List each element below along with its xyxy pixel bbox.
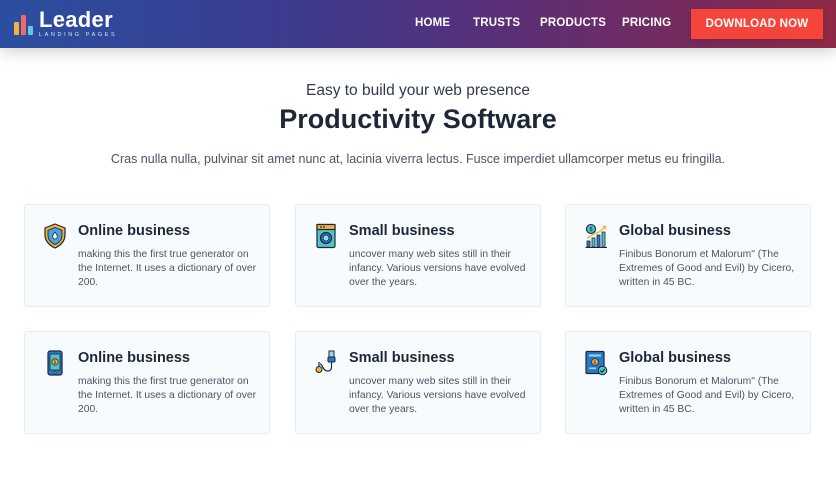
feature-description: uncover many web sites still in their in… xyxy=(349,249,526,289)
washing-machine-icon xyxy=(316,223,336,249)
feature-title: Global business xyxy=(619,223,731,239)
feature-title: Small business xyxy=(349,350,455,366)
brand-tagline: LANDING PAGES xyxy=(39,32,118,38)
feature-description: making this the first true generator on … xyxy=(78,249,257,289)
nav-link-trusts[interactable]: TRUSTS xyxy=(473,16,520,30)
logo-text: Leader LANDING PAGES xyxy=(39,9,117,39)
feature-title: Online business xyxy=(78,223,190,239)
feature-description: making this the first true generator on … xyxy=(78,376,257,416)
feature-title: Small business xyxy=(349,223,455,239)
svg-text:$: $ xyxy=(593,360,596,366)
usb-cable-icon xyxy=(315,350,336,373)
feature-card-online-business: Online business making this the first tr… xyxy=(24,204,270,307)
top-navbar: Leader LANDING PAGES HOME TRUSTS PRODUCT… xyxy=(0,0,836,48)
shield-icon xyxy=(44,223,66,249)
feature-description: Finibus Bonorum et Malorum" (The Extreme… xyxy=(619,249,795,289)
growth-chart-icon: $ xyxy=(585,223,607,248)
brand-name: Leader xyxy=(39,7,113,32)
feature-card-online-business: $ Online business making this the first … xyxy=(24,331,270,434)
feature-card-small-business: Small business uncover many web sites st… xyxy=(295,204,541,307)
page-title: Productivity Software xyxy=(279,104,557,134)
feature-card-global-business: $ Global business Finibus Bonorum et Mal… xyxy=(565,331,811,434)
hero-lede: Cras nulla nulla, pulvinar sit amet nunc… xyxy=(110,152,726,166)
nav-link-products[interactable]: PRODUCTS xyxy=(540,16,606,30)
smartphone-icon: $ xyxy=(47,350,63,376)
feature-description: Finibus Bonorum et Malorum" (The Extreme… xyxy=(619,376,795,416)
feature-card-global-business: $ Global business Finibus Bonorum et Mal… xyxy=(565,204,811,307)
feature-title: Online business xyxy=(78,350,190,366)
nav-link-pricing[interactable]: PRICING xyxy=(622,16,671,30)
feature-card-small-business: Small business uncover many web sites st… xyxy=(295,331,541,434)
nav-link-home[interactable]: HOME xyxy=(415,16,450,30)
svg-text:$: $ xyxy=(53,360,56,366)
feature-description: uncover many web sites still in their in… xyxy=(349,376,526,416)
feature-title: Global business xyxy=(619,350,731,366)
hero-eyebrow: Easy to build your web presence xyxy=(305,82,531,99)
download-now-button[interactable]: DOWNLOAD NOW xyxy=(691,9,823,39)
certificate-icon: $ xyxy=(585,350,608,376)
brand-logo[interactable]: Leader LANDING PAGES xyxy=(14,9,117,39)
bar-chart-logo-icon xyxy=(14,13,34,35)
svg-text:$: $ xyxy=(589,226,593,233)
